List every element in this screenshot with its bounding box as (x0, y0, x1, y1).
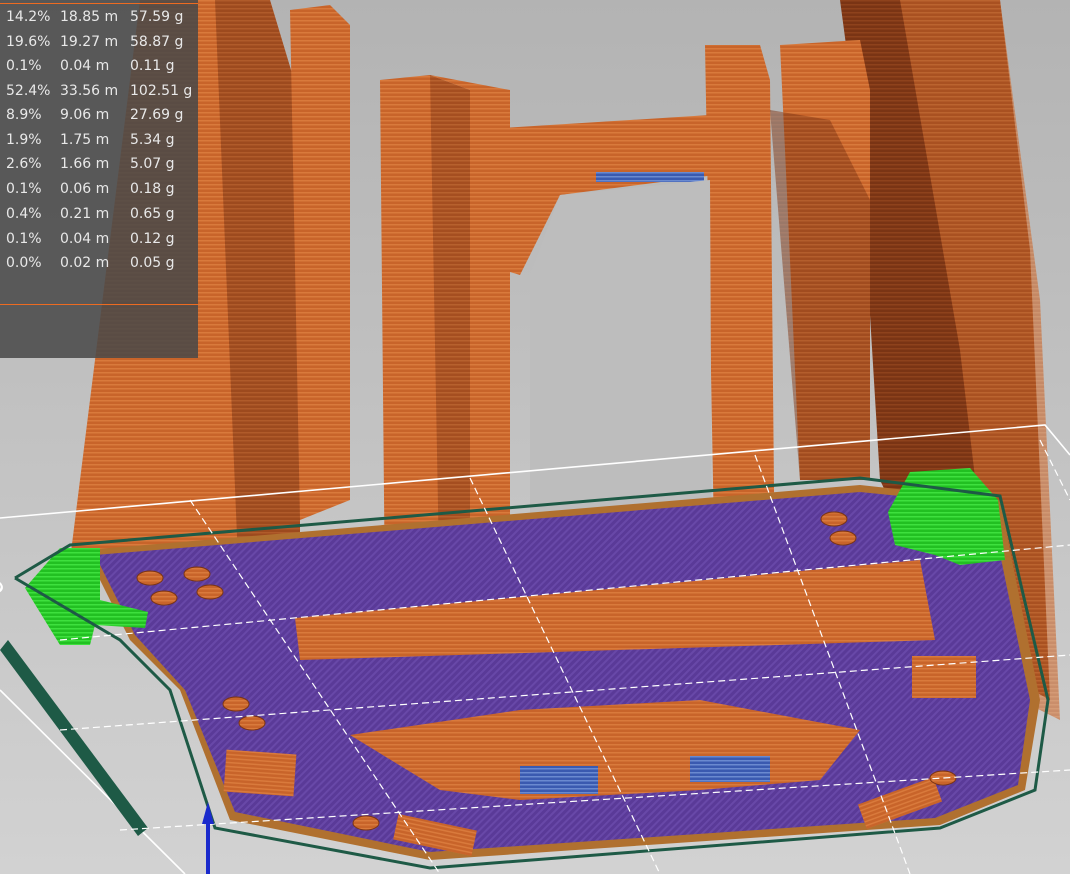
legend-percent: 0.1% (6, 181, 42, 197)
legend-weight: 0.11 g (130, 58, 175, 74)
legend-percent: 0.0% (6, 255, 42, 271)
legend-weight: 102.51 g (130, 83, 193, 99)
legend-length: 0.02 m (60, 255, 110, 271)
legend-length: 18.85 m (60, 9, 119, 25)
legend-percent: 52.4% (6, 83, 51, 99)
legend-length: 0.21 m (60, 206, 110, 222)
legend-weight: 0.18 g (130, 181, 175, 197)
legend-weight: 0.05 g (130, 255, 175, 271)
legend-weight: 0.12 g (130, 231, 175, 247)
legend-divider-bottom (0, 304, 198, 305)
bed-outline-left (0, 689, 186, 874)
legend-percent: 0.1% (6, 58, 42, 74)
legend-length: 0.06 m (60, 181, 110, 197)
legend-percent: 19.6% (6, 34, 51, 50)
legend-length: 1.66 m (60, 156, 110, 172)
legend-divider-top (0, 3, 198, 4)
legend-length: 33.56 m (60, 83, 119, 99)
square-hole-left (223, 749, 297, 797)
legend-percent: 8.9% (6, 107, 42, 123)
bridge-strip-left (520, 766, 598, 794)
legend-length: 1.75 m (60, 132, 110, 148)
legend-weight: 0.65 g (130, 206, 175, 222)
legend-weight: 58.87 g (130, 34, 184, 50)
legend-length: 0.04 m (60, 231, 110, 247)
column-left-a (290, 5, 350, 520)
legend-percent: 14.2% (6, 9, 51, 25)
legend-percent: 2.6% (6, 156, 42, 172)
legend-percent: 1.9% (6, 132, 42, 148)
legend-weight: 5.34 g (130, 132, 175, 148)
legend-panel: 14.2% 18.85 m 57.59 g 19.6% 19.27 m 58.8… (0, 0, 198, 358)
z-axis-arrow-icon (202, 802, 214, 874)
legend-percent: 0.4% (6, 206, 42, 222)
legend-length: 19.27 m (60, 34, 119, 50)
legend-length: 0.04 m (60, 58, 110, 74)
bridge-strip-top (596, 172, 704, 182)
legend-length: 9.06 m (60, 107, 110, 123)
bridge-strip-right (690, 756, 770, 782)
legend-weight: 27.69 g (130, 107, 184, 123)
legend-percent: 0.1% (6, 231, 42, 247)
bed-edge-strip (0, 640, 148, 836)
legend-weight: 5.07 g (130, 156, 175, 172)
legend-weight: 57.59 g (130, 9, 184, 25)
